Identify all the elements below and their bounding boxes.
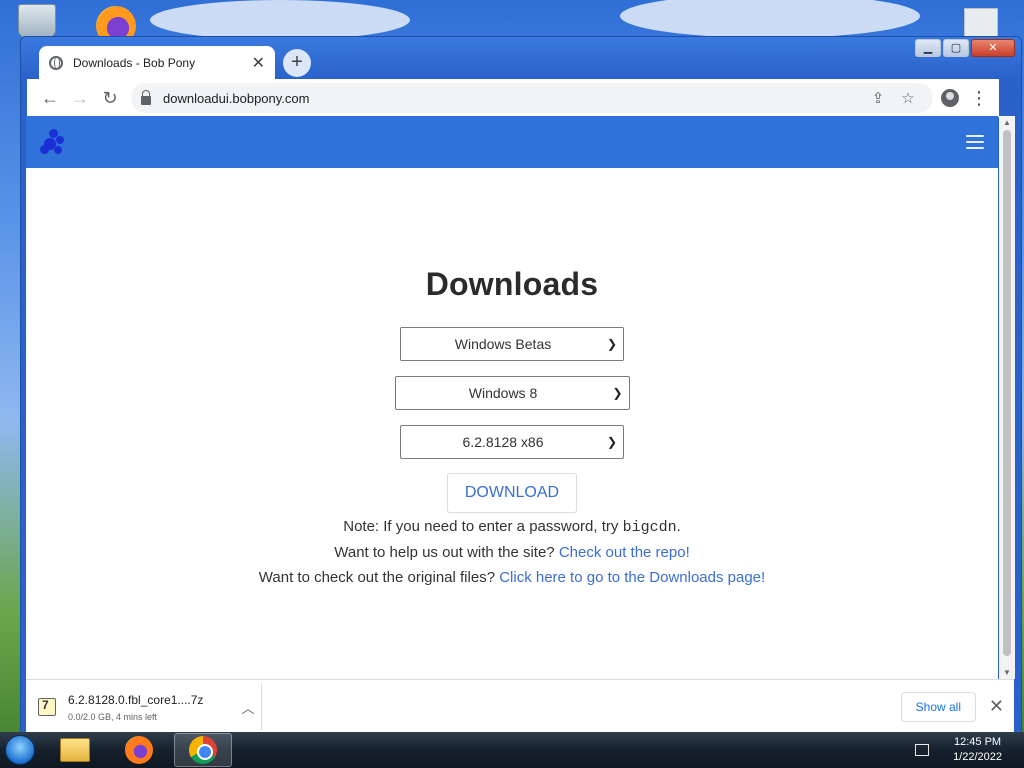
repo-link[interactable]: Check out the repo! <box>559 544 690 561</box>
vertical-scrollbar[interactable]: ▲ ▼ <box>999 116 1015 679</box>
clock-date: 1/22/2022 <box>953 751 1002 763</box>
globe-icon <box>49 56 63 70</box>
original-prefix: Want to check out the original files? <box>258 569 500 586</box>
note-suffix: . <box>676 518 681 535</box>
page-viewport: Downloads Windows Betas ❯ Windows 8 ❯ 6.… <box>26 116 998 679</box>
cloud-decoration <box>620 0 920 38</box>
os-select[interactable]: Windows 8 ❯ <box>394 376 630 410</box>
clock-time: 12:45 PM <box>953 736 1002 748</box>
hamburger-menu-icon[interactable] <box>966 135 984 149</box>
scrollbar-thumb[interactable] <box>1003 130 1011 656</box>
reload-icon[interactable]: ↻ <box>95 83 125 113</box>
chevron-down-icon: ❯ <box>606 435 617 449</box>
window-controls: ▁ ▢ ✕ <box>915 39 1015 57</box>
back-arrow-icon[interactable]: ← <box>35 83 65 113</box>
folder-icon <box>60 738 90 762</box>
tab-downloads[interactable]: Downloads - Bob Pony ✕ <box>39 46 275 80</box>
scroll-down-icon[interactable]: ▼ <box>1003 668 1011 677</box>
download-shelf: 6.2.8128.0.fbl_core1....7z 0.0/2.0 GB, 4… <box>26 679 1014 736</box>
download-button[interactable]: DOWNLOAD <box>446 473 578 513</box>
archive-file-icon <box>38 698 56 716</box>
bookmark-star-icon[interactable]: ☆ <box>893 89 923 107</box>
build-select[interactable]: 6.2.8128 x86 ❯ <box>400 425 624 459</box>
chrome-icon <box>189 736 217 764</box>
lock-icon[interactable] <box>141 89 151 105</box>
password-code: bigcdn <box>622 519 677 536</box>
download-filename: 6.2.8128.0.fbl_core1....7z <box>68 692 204 707</box>
system-tray: 12:45 PM 1/22/2022 <box>915 735 1024 765</box>
url-text[interactable]: downloadui.bobpony.com <box>163 91 863 106</box>
address-bar[interactable]: downloadui.bobpony.com ⇪ ☆ <box>131 83 933 113</box>
download-status: 0.0/2.0 GB, 4 mins left <box>68 711 158 722</box>
title-bar: Downloads - Bob Pony ✕ + ▁ ▢ ✕ <box>21 37 1021 80</box>
downloads-page-link[interactable]: Click here to go to the Downloads page! <box>499 569 765 586</box>
firefox-icon <box>125 736 153 764</box>
site-logo-icon[interactable] <box>40 129 66 155</box>
menu-kebab-icon[interactable]: ⋮ <box>967 88 991 109</box>
new-tab-button[interactable]: + <box>283 49 311 77</box>
chevron-down-icon: ❯ <box>612 386 623 400</box>
minimize-button[interactable]: ▁ <box>915 39 941 57</box>
page-title: Downloads <box>425 266 599 302</box>
original-files-line: Want to check out the original files? Cl… <box>26 568 998 587</box>
build-select-value: 6.2.8128 x86 <box>462 434 544 450</box>
taskbar-explorer[interactable] <box>46 733 104 767</box>
os-select-value: Windows 8 <box>468 385 538 401</box>
clock[interactable]: 12:45 PM 1/22/2022 <box>953 735 1002 765</box>
note-prefix: Note: If you need to enter a password, t… <box>343 518 623 535</box>
chevron-up-icon[interactable]: ︿ <box>235 698 261 717</box>
show-all-button[interactable]: Show all <box>900 692 976 722</box>
download-item[interactable]: 6.2.8128.0.fbl_core1....7z 0.0/2.0 GB, 4… <box>38 684 262 730</box>
recycle-bin-icon[interactable] <box>18 4 56 38</box>
windows-orb-icon <box>5 735 35 765</box>
site-navbar <box>26 116 998 168</box>
maximize-button[interactable]: ▢ <box>943 39 969 57</box>
category-select[interactable]: Windows Betas ❯ <box>400 327 624 361</box>
category-select-value: Windows Betas <box>454 336 552 352</box>
password-note: Note: If you need to enter a password, t… <box>26 517 998 537</box>
close-shelf-icon[interactable]: ✕ <box>989 696 1004 717</box>
start-button[interactable] <box>0 732 40 768</box>
taskbar-firefox[interactable] <box>110 733 168 767</box>
help-line: Want to help us out with the site? Check… <box>26 543 998 562</box>
share-icon[interactable]: ⇪ <box>863 89 893 107</box>
profile-avatar-icon[interactable] <box>941 89 959 107</box>
close-window-button[interactable]: ✕ <box>971 39 1015 57</box>
scroll-up-icon[interactable]: ▲ <box>1003 118 1011 127</box>
chevron-down-icon: ❯ <box>606 337 617 351</box>
taskbar-chrome[interactable] <box>174 733 232 767</box>
downloads-section: Downloads Windows Betas ❯ Windows 8 ❯ 6.… <box>26 266 998 587</box>
help-prefix: Want to help us out with the site? <box>334 544 559 561</box>
network-icon[interactable] <box>915 744 930 756</box>
taskbar: 12:45 PM 1/22/2022 <box>0 732 1024 768</box>
cloud-decoration <box>150 0 410 40</box>
tab-close-icon[interactable]: ✕ <box>252 53 265 73</box>
forward-arrow-icon[interactable]: → <box>65 83 95 113</box>
browser-toolbar: ← → ↻ downloadui.bobpony.com ⇪ ☆ ⋮ <box>27 79 999 117</box>
tab-title: Downloads - Bob Pony <box>73 56 196 70</box>
